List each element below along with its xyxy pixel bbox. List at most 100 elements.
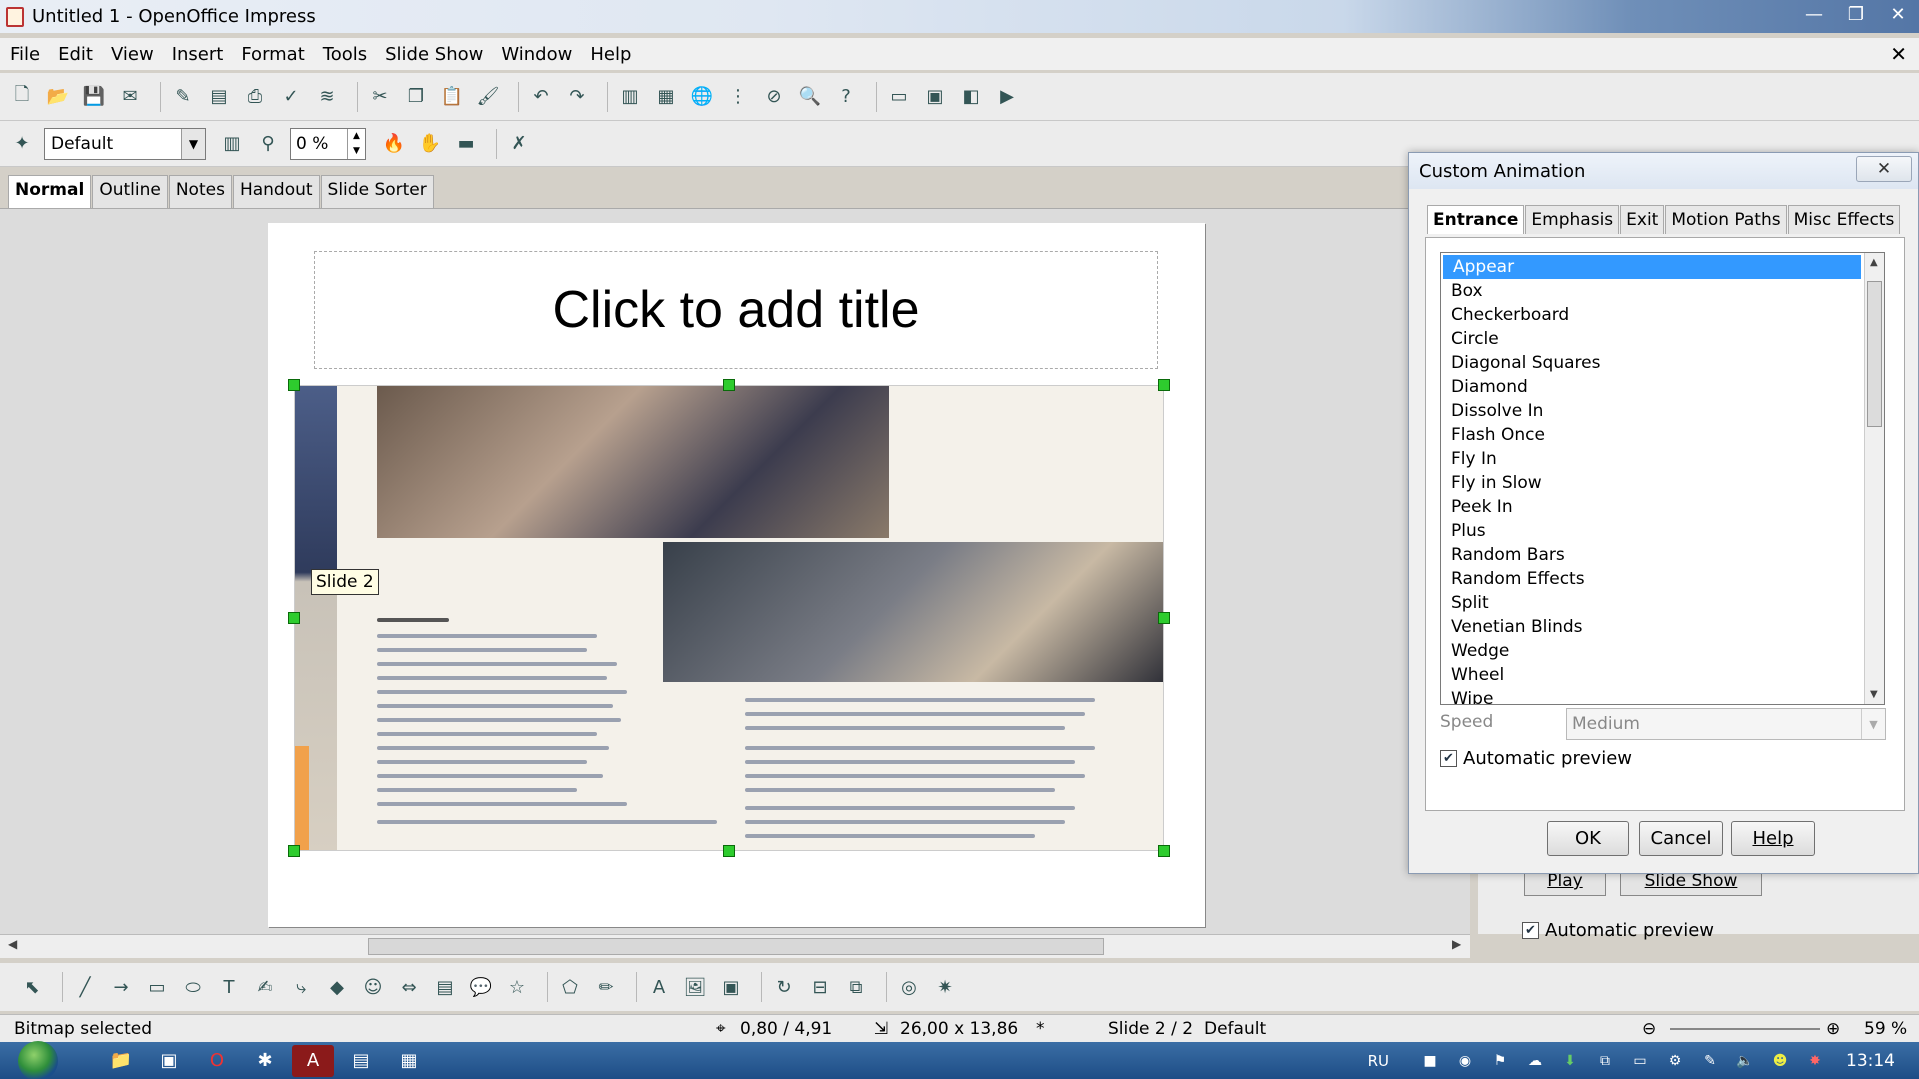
app-taskbar-icon[interactable]: ▣: [148, 1045, 190, 1077]
rotate-icon[interactable]: ↻: [770, 973, 798, 1001]
volume-icon[interactable]: 🔈: [1734, 1050, 1756, 1072]
spellcheck-icon[interactable]: ✓: [277, 83, 305, 111]
help-button[interactable]: Help: [1731, 821, 1815, 856]
flowchart-icon[interactable]: ▤: [431, 973, 459, 1001]
list-item[interactable]: Diagonal Squares: [1441, 351, 1863, 375]
minimize-button[interactable]: —: [1793, 0, 1835, 28]
list-item[interactable]: Wipe: [1441, 687, 1863, 704]
resize-handle-top[interactable]: [723, 379, 735, 391]
slide-design-icon[interactable]: ◧: [957, 83, 985, 111]
tab-slide-sorter[interactable]: Slide Sorter: [320, 175, 434, 208]
list-item[interactable]: Wheel: [1441, 663, 1863, 687]
list-item[interactable]: Appear: [1443, 255, 1861, 279]
menu-insert[interactable]: Insert: [172, 44, 224, 65]
arrow-line-icon[interactable]: →: [107, 973, 135, 1001]
list-item[interactable]: Dissolve In: [1441, 399, 1863, 423]
document-icon[interactable]: ▦: [388, 1045, 430, 1077]
list-item[interactable]: Venetian Blinds: [1441, 615, 1863, 639]
acrobat-icon[interactable]: A: [292, 1044, 334, 1077]
smiley-icon[interactable]: ☻: [1769, 1050, 1791, 1072]
undo-icon[interactable]: ↶: [527, 83, 555, 111]
chevron-down-icon[interactable]: ▼: [181, 128, 205, 159]
explorer-icon[interactable]: 📁: [100, 1045, 142, 1077]
list-item[interactable]: Peek In: [1441, 495, 1863, 519]
stars-icon[interactable]: ☆: [503, 973, 531, 1001]
tray-app-icon[interactable]: ■: [1419, 1050, 1441, 1072]
menu-edit[interactable]: Edit: [58, 44, 93, 65]
export-pdf-icon[interactable]: ▤: [205, 83, 233, 111]
zoom-icon[interactable]: 🔍: [796, 83, 824, 111]
tab-notes[interactable]: Notes: [168, 175, 232, 208]
menu-window[interactable]: Window: [501, 44, 572, 65]
tab-emphasis[interactable]: Emphasis: [1525, 205, 1620, 234]
horizontal-scrollbar[interactable]: ◀ ▶: [0, 934, 1470, 958]
effect-list-scrollbar[interactable]: ▲ ▼: [1864, 253, 1884, 704]
ellipse-icon[interactable]: ⬭: [179, 973, 207, 1001]
zoom-out-icon[interactable]: ⊖: [1642, 1019, 1656, 1039]
title-placeholder[interactable]: Click to add title: [314, 251, 1158, 369]
zoom-slider[interactable]: [1670, 1028, 1820, 1030]
list-item[interactable]: Checkerboard: [1441, 303, 1863, 327]
tool-icon[interactable]: ✱: [244, 1045, 286, 1077]
open-icon[interactable]: 📂: [44, 83, 72, 111]
arrange-icon[interactable]: ⧉: [842, 973, 870, 1001]
maximize-button[interactable]: ❐: [1835, 0, 1877, 28]
automatic-preview-checkbox[interactable]: ✔: [1522, 922, 1539, 939]
scroll-left-icon[interactable]: ◀: [8, 937, 17, 951]
symbol-shapes-icon[interactable]: ☺: [359, 973, 387, 1001]
effects-icon[interactable]: ✷: [931, 973, 959, 1001]
line-icon[interactable]: ╱: [71, 973, 99, 1001]
list-item[interactable]: Random Effects: [1441, 567, 1863, 591]
menu-help[interactable]: Help: [590, 44, 631, 65]
resize-handle-right[interactable]: [1158, 612, 1170, 624]
table-icon[interactable]: ▦: [652, 83, 680, 111]
resize-handle-bottom[interactable]: [723, 845, 735, 857]
slide-layout-icon[interactable]: ▣: [921, 83, 949, 111]
list-item[interactable]: Flash Once: [1441, 423, 1863, 447]
block-arrows-icon[interactable]: ⇔: [395, 973, 423, 1001]
slide-canvas[interactable]: Click to add title: [268, 223, 1205, 927]
save-icon[interactable]: 💾: [80, 83, 108, 111]
menu-view[interactable]: View: [111, 44, 154, 65]
connector-icon[interactable]: ⤷: [287, 973, 315, 1001]
edit-file-icon[interactable]: ✎: [169, 83, 197, 111]
transparency-field[interactable]: 0 % ▲ ▼: [290, 127, 366, 160]
slide-icon[interactable]: ▭: [885, 83, 913, 111]
new-icon[interactable]: 🗋: [8, 83, 36, 111]
autospell-icon[interactable]: ≋: [313, 83, 341, 111]
list-item[interactable]: Box: [1441, 279, 1863, 303]
tab-exit[interactable]: Exit: [1620, 205, 1665, 234]
cancel-button[interactable]: Cancel: [1639, 821, 1723, 856]
list-item[interactable]: Random Bars: [1441, 543, 1863, 567]
tab-handout[interactable]: Handout: [232, 175, 320, 208]
scroll-up-icon[interactable]: ▲: [1870, 257, 1878, 268]
scroll-down-icon[interactable]: ▼: [1870, 689, 1878, 700]
grid-icon[interactable]: ⋮: [724, 83, 752, 111]
menu-tools[interactable]: Tools: [323, 44, 367, 65]
navigator-icon[interactable]: ⊘: [760, 83, 788, 111]
tab-misc-effects[interactable]: Misc Effects: [1787, 205, 1901, 234]
resize-handle-bottom-right[interactable]: [1158, 845, 1170, 857]
selected-bitmap[interactable]: [294, 385, 1164, 851]
settings-icon[interactable]: ⚙: [1664, 1050, 1686, 1072]
help-icon[interactable]: ?: [832, 83, 860, 111]
close-window-button[interactable]: ✕: [1877, 0, 1919, 28]
display-icon[interactable]: ▭: [1629, 1050, 1651, 1072]
list-item[interactable]: Fly In: [1441, 447, 1863, 471]
effect-list[interactable]: Appear Box Checkerboard Circle Diagonal …: [1440, 252, 1885, 705]
list-item[interactable]: Wedge: [1441, 639, 1863, 663]
dialog-close-button[interactable]: ✕: [1856, 156, 1912, 182]
list-item[interactable]: Split: [1441, 591, 1863, 615]
effects-wand-icon[interactable]: ✦: [8, 130, 36, 158]
close-document-icon[interactable]: ✕: [1890, 42, 1907, 66]
callouts-icon[interactable]: 💬: [467, 973, 495, 1001]
crop-icon[interactable]: ✋: [416, 130, 444, 158]
red-filter-icon[interactable]: 🔥: [380, 130, 408, 158]
chart-icon[interactable]: ▥: [616, 83, 644, 111]
modified-indicator[interactable]: *: [1036, 1019, 1045, 1039]
points-icon[interactable]: ⬠: [556, 973, 584, 1001]
graphics-mode-icon[interactable]: ▥: [218, 130, 246, 158]
align-icon[interactable]: ⊟: [806, 973, 834, 1001]
print-icon[interactable]: ⎙: [241, 83, 269, 111]
list-item[interactable]: Circle: [1441, 327, 1863, 351]
